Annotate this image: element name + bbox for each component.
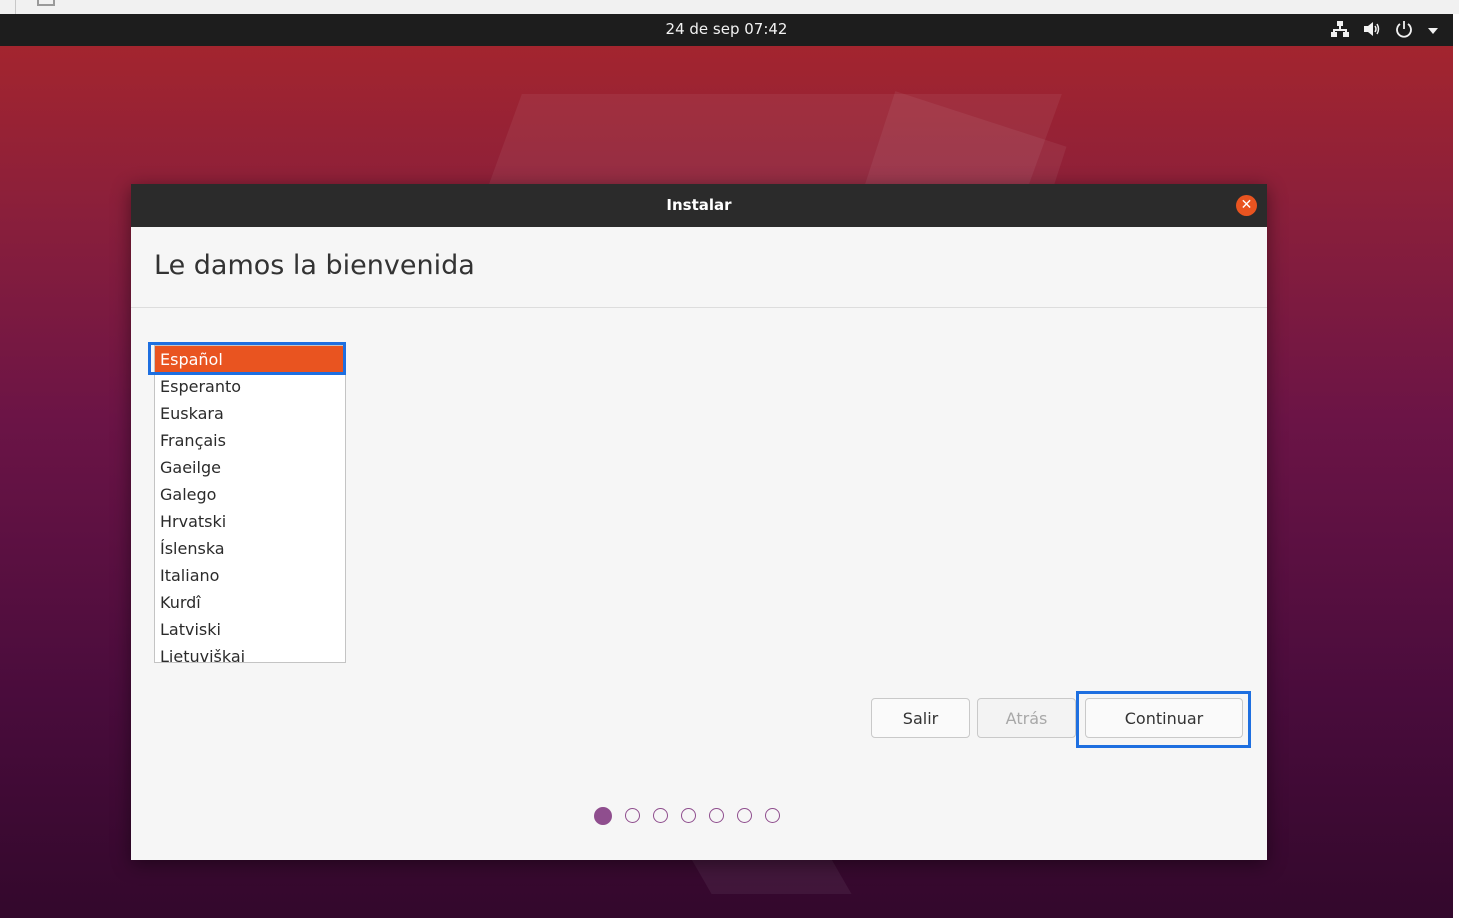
progress-dot xyxy=(737,808,752,823)
host-monitor-icon xyxy=(37,0,55,6)
progress-dot xyxy=(681,808,696,823)
progress-dot xyxy=(709,808,724,823)
progress-dot xyxy=(594,807,612,825)
wallpaper-shape xyxy=(688,854,852,894)
list-item[interactable]: Italiano xyxy=(155,562,345,589)
host-top-strip xyxy=(0,0,1459,14)
list-item[interactable]: Gaeilge xyxy=(155,454,345,481)
window-title: Instalar xyxy=(666,196,732,214)
system-tray[interactable] xyxy=(1331,20,1439,42)
desktop-background: 24 de sep 07:42 Instalar ✕ Le damos la b… xyxy=(0,14,1453,918)
list-item[interactable]: Kurdî xyxy=(155,589,345,616)
host-divider xyxy=(15,0,16,14)
language-list[interactable]: Español Esperanto Euskara Français Gaeil… xyxy=(154,345,346,663)
progress-dot xyxy=(765,808,780,823)
list-item[interactable]: Euskara xyxy=(155,400,345,427)
clock[interactable]: 24 de sep 07:42 xyxy=(0,20,1453,38)
top-bar: 24 de sep 07:42 xyxy=(0,14,1453,46)
close-button[interactable]: ✕ xyxy=(1236,195,1257,216)
progress-dots xyxy=(594,807,780,825)
window-titlebar[interactable]: Instalar ✕ xyxy=(131,184,1267,227)
list-item[interactable]: Galego xyxy=(155,481,345,508)
installer-window: Instalar ✕ Le damos la bienvenida Españo… xyxy=(131,184,1267,860)
list-item[interactable]: Lietuviškai xyxy=(155,643,345,662)
list-item[interactable]: Esperanto xyxy=(155,373,345,400)
screen-edge xyxy=(1453,14,1459,918)
progress-dot xyxy=(625,808,640,823)
list-item[interactable]: Latviski xyxy=(155,616,345,643)
progress-dot xyxy=(653,808,668,823)
page-title: Le damos la bienvenida xyxy=(154,250,475,281)
list-item[interactable]: Español xyxy=(155,346,345,373)
quit-button[interactable]: Salir xyxy=(871,698,970,738)
power-icon xyxy=(1395,20,1413,42)
list-item[interactable]: Íslenska xyxy=(155,535,345,562)
continue-button[interactable]: Continuar xyxy=(1085,698,1243,738)
header-divider xyxy=(131,307,1267,308)
list-item[interactable]: Français xyxy=(155,427,345,454)
list-item[interactable]: Hrvatski xyxy=(155,508,345,535)
menu-arrow-icon xyxy=(1427,22,1439,40)
network-icon xyxy=(1331,21,1349,41)
close-icon: ✕ xyxy=(1240,197,1253,213)
volume-icon xyxy=(1363,21,1381,41)
back-button[interactable]: Atrás xyxy=(977,698,1076,738)
